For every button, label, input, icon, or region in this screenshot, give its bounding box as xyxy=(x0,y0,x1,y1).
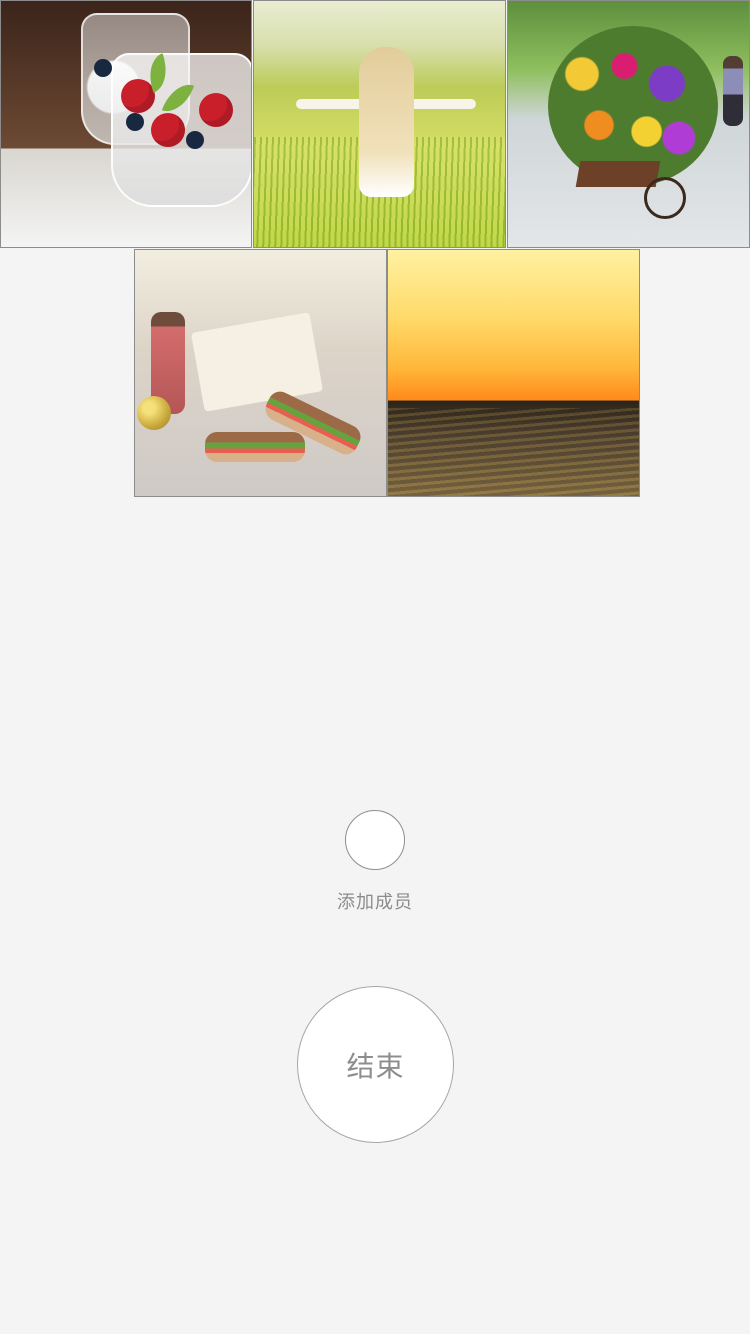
picnic-sandwich-photo[interactable] xyxy=(134,249,387,497)
blueberry-icon xyxy=(126,113,144,131)
sandwich-icon xyxy=(205,432,305,462)
cart-wheel-icon xyxy=(643,177,686,219)
blueberry-icon xyxy=(186,131,204,149)
photo-grid-bottom-row xyxy=(134,249,640,497)
blueberry-icon xyxy=(94,59,112,77)
add-member-label: 添加成员 xyxy=(337,892,413,913)
strawberry-icon xyxy=(151,113,185,147)
strawberry-icon xyxy=(121,79,155,113)
woman-silhouette xyxy=(359,47,415,197)
field-woman-photo[interactable] xyxy=(253,0,506,248)
fruit-parfait-photo[interactable] xyxy=(0,0,253,248)
flower-cart-photo[interactable] xyxy=(506,0,750,248)
sunset-sea-photo[interactable] xyxy=(387,249,640,497)
photo-grid-top-row xyxy=(0,0,750,248)
apple-icon xyxy=(137,396,171,430)
flower-cart xyxy=(575,161,660,187)
open-book xyxy=(190,312,324,412)
add-member-button[interactable] xyxy=(345,810,405,870)
end-button[interactable]: 结束 xyxy=(297,986,454,1143)
person-walking xyxy=(723,56,743,126)
strawberry-icon xyxy=(199,93,233,127)
sea-water xyxy=(388,408,639,496)
end-button-label: 结束 xyxy=(346,1049,405,1083)
